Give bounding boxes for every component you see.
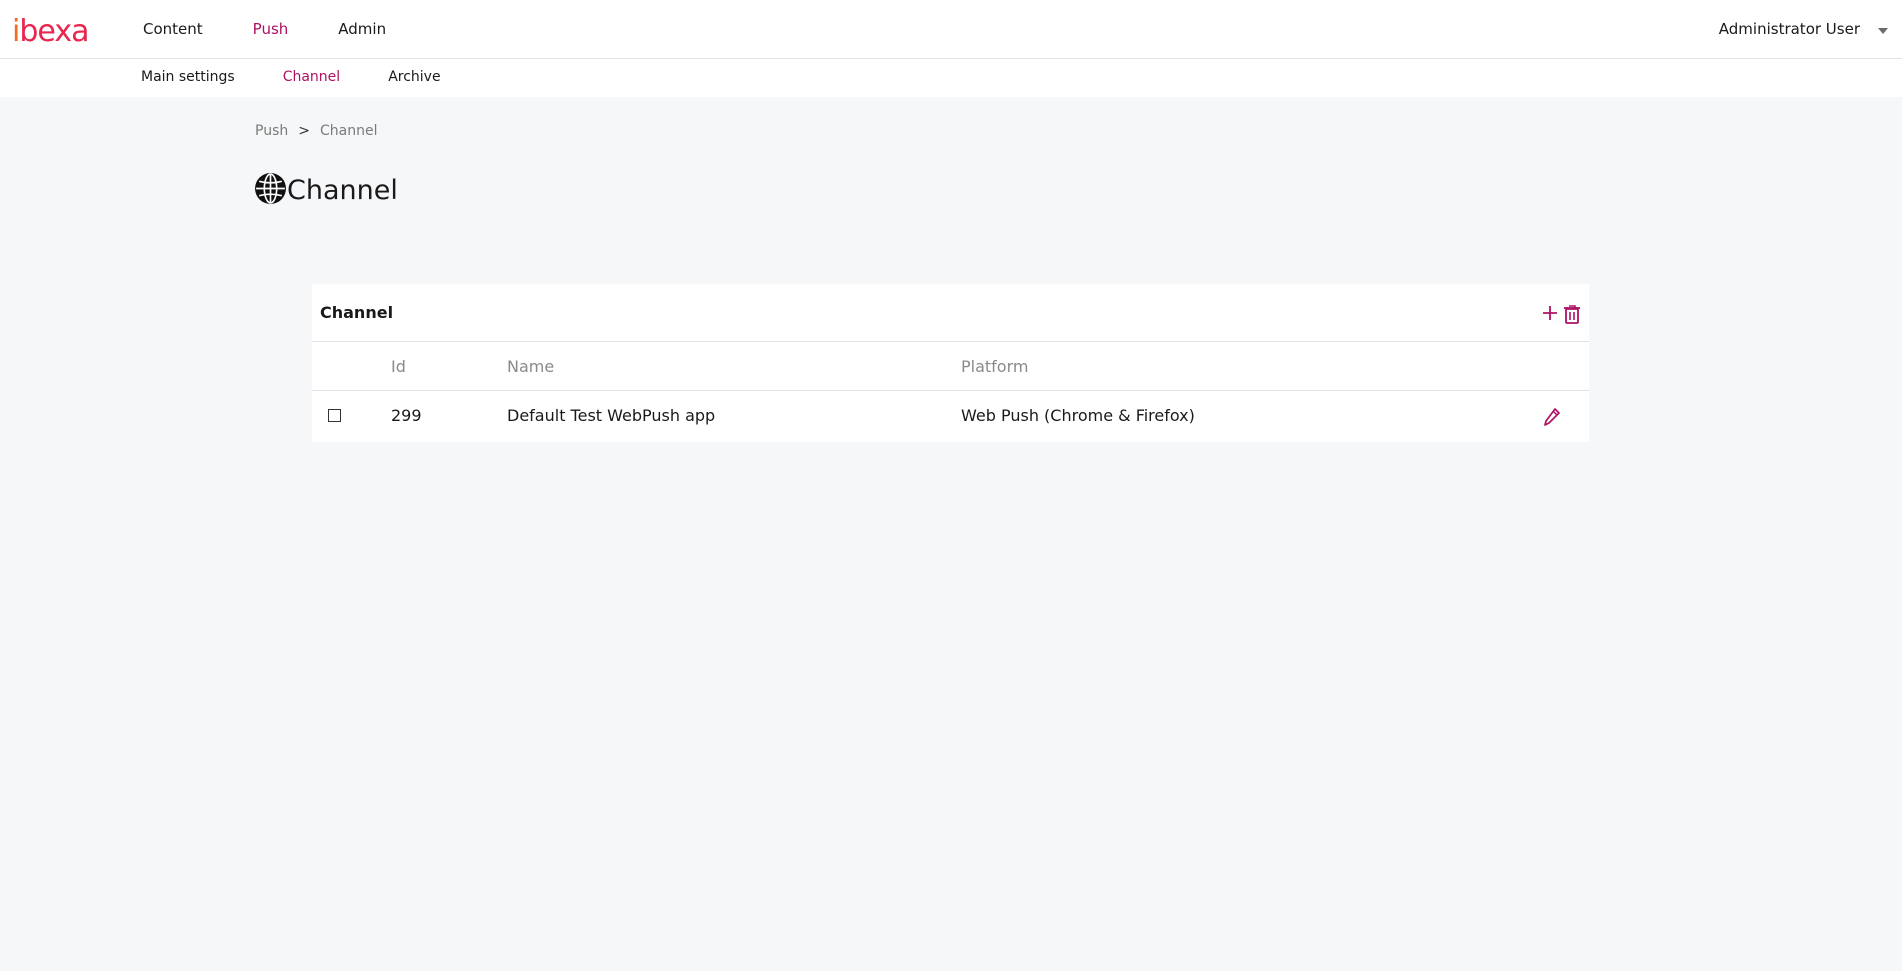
page-title: Channel — [287, 175, 398, 206]
breadcrumb-channel: Channel — [319, 123, 378, 139]
main-nav: Content Push Admin — [143, 20, 436, 38]
page-header: Channel — [254, 172, 398, 209]
breadcrumb-separator: > — [298, 123, 310, 139]
breadcrumb: Push > Channel — [255, 123, 377, 139]
table-row: 299 Default Test WebPush app Web Push (C… — [312, 391, 1589, 441]
table-header: Id Name Platform — [312, 342, 1589, 391]
card-title: Channel — [320, 303, 394, 322]
sub-nav: Main settings Channel Archive — [141, 69, 489, 85]
card-actions — [1541, 304, 1581, 324]
trash-icon[interactable] — [1563, 304, 1581, 324]
row-name: Default Test WebPush app — [507, 406, 716, 425]
subnav-archive[interactable]: Archive — [388, 69, 440, 85]
sub-nav-bar: Main settings Channel Archive — [0, 59, 1902, 97]
breadcrumb-push[interactable]: Push — [255, 123, 288, 139]
subnav-channel[interactable]: Channel — [283, 69, 340, 85]
caret-down-icon[interactable] — [1878, 28, 1888, 34]
column-header-name: Name — [507, 357, 555, 376]
nav-admin[interactable]: Admin — [338, 20, 386, 38]
add-icon[interactable] — [1541, 304, 1559, 324]
user-menu[interactable]: Administrator User — [1719, 20, 1860, 38]
row-id: 299 — [391, 406, 422, 425]
subnav-main-settings[interactable]: Main settings — [141, 69, 235, 85]
nav-content[interactable]: Content — [143, 20, 203, 38]
top-bar: ibexa Content Push Admin Administrator U… — [0, 0, 1902, 59]
nav-push[interactable]: Push — [253, 20, 289, 38]
globe-icon — [254, 172, 287, 209]
row-select-checkbox[interactable] — [328, 409, 341, 422]
ibexa-logo[interactable]: ibexa — [12, 17, 89, 47]
column-header-id: Id — [391, 357, 406, 376]
edit-icon[interactable] — [1543, 407, 1561, 431]
row-platform: Web Push (Chrome & Firefox) — [961, 406, 1195, 425]
channel-table-card: Channel Id Name Platform 299 Default Tes… — [312, 284, 1589, 442]
column-header-platform: Platform — [961, 357, 1029, 376]
card-header: Channel — [312, 284, 1589, 342]
